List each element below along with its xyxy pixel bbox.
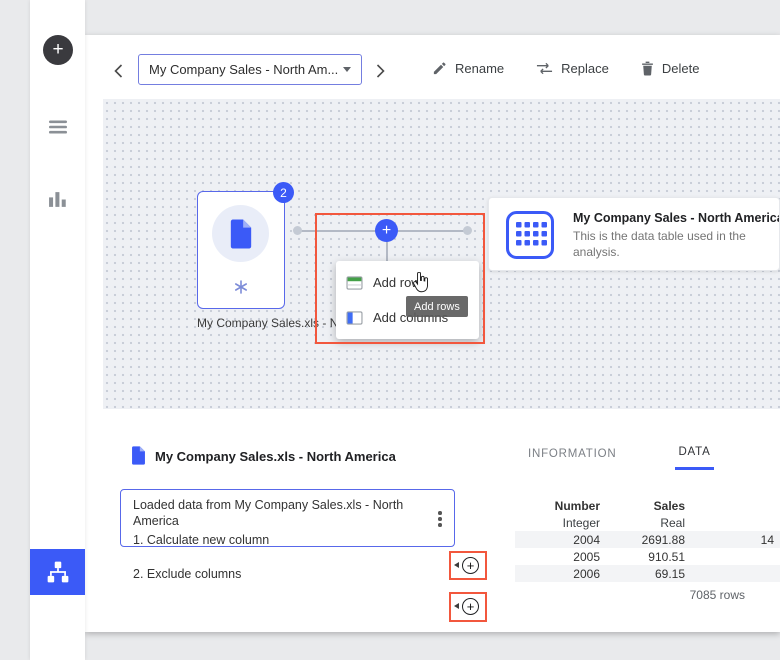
data-canvas-icon xyxy=(46,560,70,584)
menu-item-add-rows[interactable]: Add rows xyxy=(336,265,479,300)
menu-connector-line xyxy=(386,241,388,263)
cell: 2005 xyxy=(515,550,600,564)
cell: 2691.88 xyxy=(600,533,685,547)
add-step-button[interactable]: + xyxy=(462,557,479,574)
table-row: 2006 69.15 xyxy=(515,565,780,582)
cell: 910.51 xyxy=(600,550,685,564)
chevron-down-icon xyxy=(343,67,351,72)
replace-button[interactable]: Replace xyxy=(536,61,609,76)
column-header: Number xyxy=(515,499,600,513)
trash-icon xyxy=(641,61,654,76)
tooltip-text: Add rows xyxy=(414,301,460,313)
bar-chart-icon xyxy=(48,191,67,208)
left-toolbar: + xyxy=(30,0,85,660)
delete-label: Delete xyxy=(662,61,700,76)
embedded-data-icon xyxy=(234,280,248,299)
data-table-card[interactable]: My Company Sales - North America This is… xyxy=(488,197,780,271)
tab-information[interactable]: INFORMATION xyxy=(525,446,619,470)
step-text: 2. Exclude columns xyxy=(133,567,241,581)
add-step-button[interactable]: + xyxy=(462,598,479,615)
table-card-description: This is the data table used in the analy… xyxy=(573,229,773,260)
next-source-button[interactable] xyxy=(369,60,391,82)
step-text: 1. Calculate new column xyxy=(133,532,424,548)
tooltip: Add rows xyxy=(406,296,468,317)
table-type-row: Integer Real xyxy=(515,514,780,531)
source-node-avatar xyxy=(212,205,269,262)
list-icon xyxy=(48,119,68,135)
data-source-selector-value: My Company Sales - North Am... xyxy=(149,62,338,77)
add-rows-icon xyxy=(346,276,363,290)
source-title: My Company Sales.xls - North America xyxy=(155,449,396,464)
data-source-node[interactable]: 2 xyxy=(197,191,285,309)
plus-icon: + xyxy=(467,558,475,573)
add-button[interactable]: + xyxy=(43,35,73,65)
data-canvas-panel: My Company Sales - North Am... Rename Re… xyxy=(85,35,780,632)
plus-icon: + xyxy=(467,599,475,614)
pencil-icon xyxy=(432,61,447,76)
table-card-title: My Company Sales - North America xyxy=(573,211,780,225)
insert-transformation-button[interactable]: + xyxy=(375,219,398,242)
sidebar-item-visualizations[interactable] xyxy=(30,184,85,214)
sidebar-item-pages[interactable] xyxy=(30,112,85,142)
source-step-selected[interactable]: Loaded data from My Company Sales.xls - … xyxy=(120,489,455,547)
column-type: Real xyxy=(600,516,685,530)
tab-data[interactable]: DATA xyxy=(675,446,713,470)
table-row: 2005 910.51 xyxy=(515,548,780,565)
data-canvas-area: 2 My Company Sales.xls - North America +… xyxy=(103,99,780,409)
data-source-selector[interactable]: My Company Sales - North Am... xyxy=(138,54,362,85)
previous-source-button[interactable] xyxy=(107,60,129,82)
chevron-left-icon xyxy=(114,64,123,78)
cell: 69.15 xyxy=(600,567,685,581)
connection-endpoint xyxy=(463,226,472,235)
insert-marker-icon xyxy=(454,603,459,609)
plus-icon: + xyxy=(382,222,391,240)
cell: 2004 xyxy=(515,533,600,547)
step-menu-button[interactable] xyxy=(432,507,448,531)
row-count: 7085 rows xyxy=(515,588,745,602)
toolbar-actions: Rename Replace Delete xyxy=(432,35,699,101)
loaded-step-text: Loaded data from My Company Sales.xls - … xyxy=(133,497,424,529)
node-count-badge: 2 xyxy=(273,182,294,203)
chevron-right-icon xyxy=(376,64,385,78)
connection-endpoint xyxy=(293,226,302,235)
replace-label: Replace xyxy=(561,61,609,76)
source-step[interactable]: 2. Exclude columns xyxy=(120,561,455,587)
sidebar-item-data-canvas[interactable] xyxy=(30,549,85,595)
add-columns-icon xyxy=(346,311,363,325)
column-header: Sales xyxy=(600,499,685,513)
menu-item-label: Add rows xyxy=(373,275,427,290)
table-icon xyxy=(504,209,556,266)
delete-button[interactable]: Delete xyxy=(641,61,700,76)
replace-icon xyxy=(536,62,553,75)
plus-icon: + xyxy=(52,39,63,61)
rename-button[interactable]: Rename xyxy=(432,61,504,76)
table-row: 2004 2691.88 14 xyxy=(515,531,780,548)
file-icon xyxy=(131,446,146,470)
table-header-row: Number Sales xyxy=(515,497,780,514)
file-icon xyxy=(229,219,253,249)
rename-label: Rename xyxy=(455,61,504,76)
cell: 14 xyxy=(685,533,777,547)
preview-tabs: INFORMATION DATA xyxy=(525,446,714,470)
insert-marker-icon xyxy=(454,562,459,568)
column-type: Integer xyxy=(515,516,600,530)
cell: 2006 xyxy=(515,567,600,581)
data-preview-table: Number Sales Integer Real 2004 2691.88 1… xyxy=(515,497,780,582)
